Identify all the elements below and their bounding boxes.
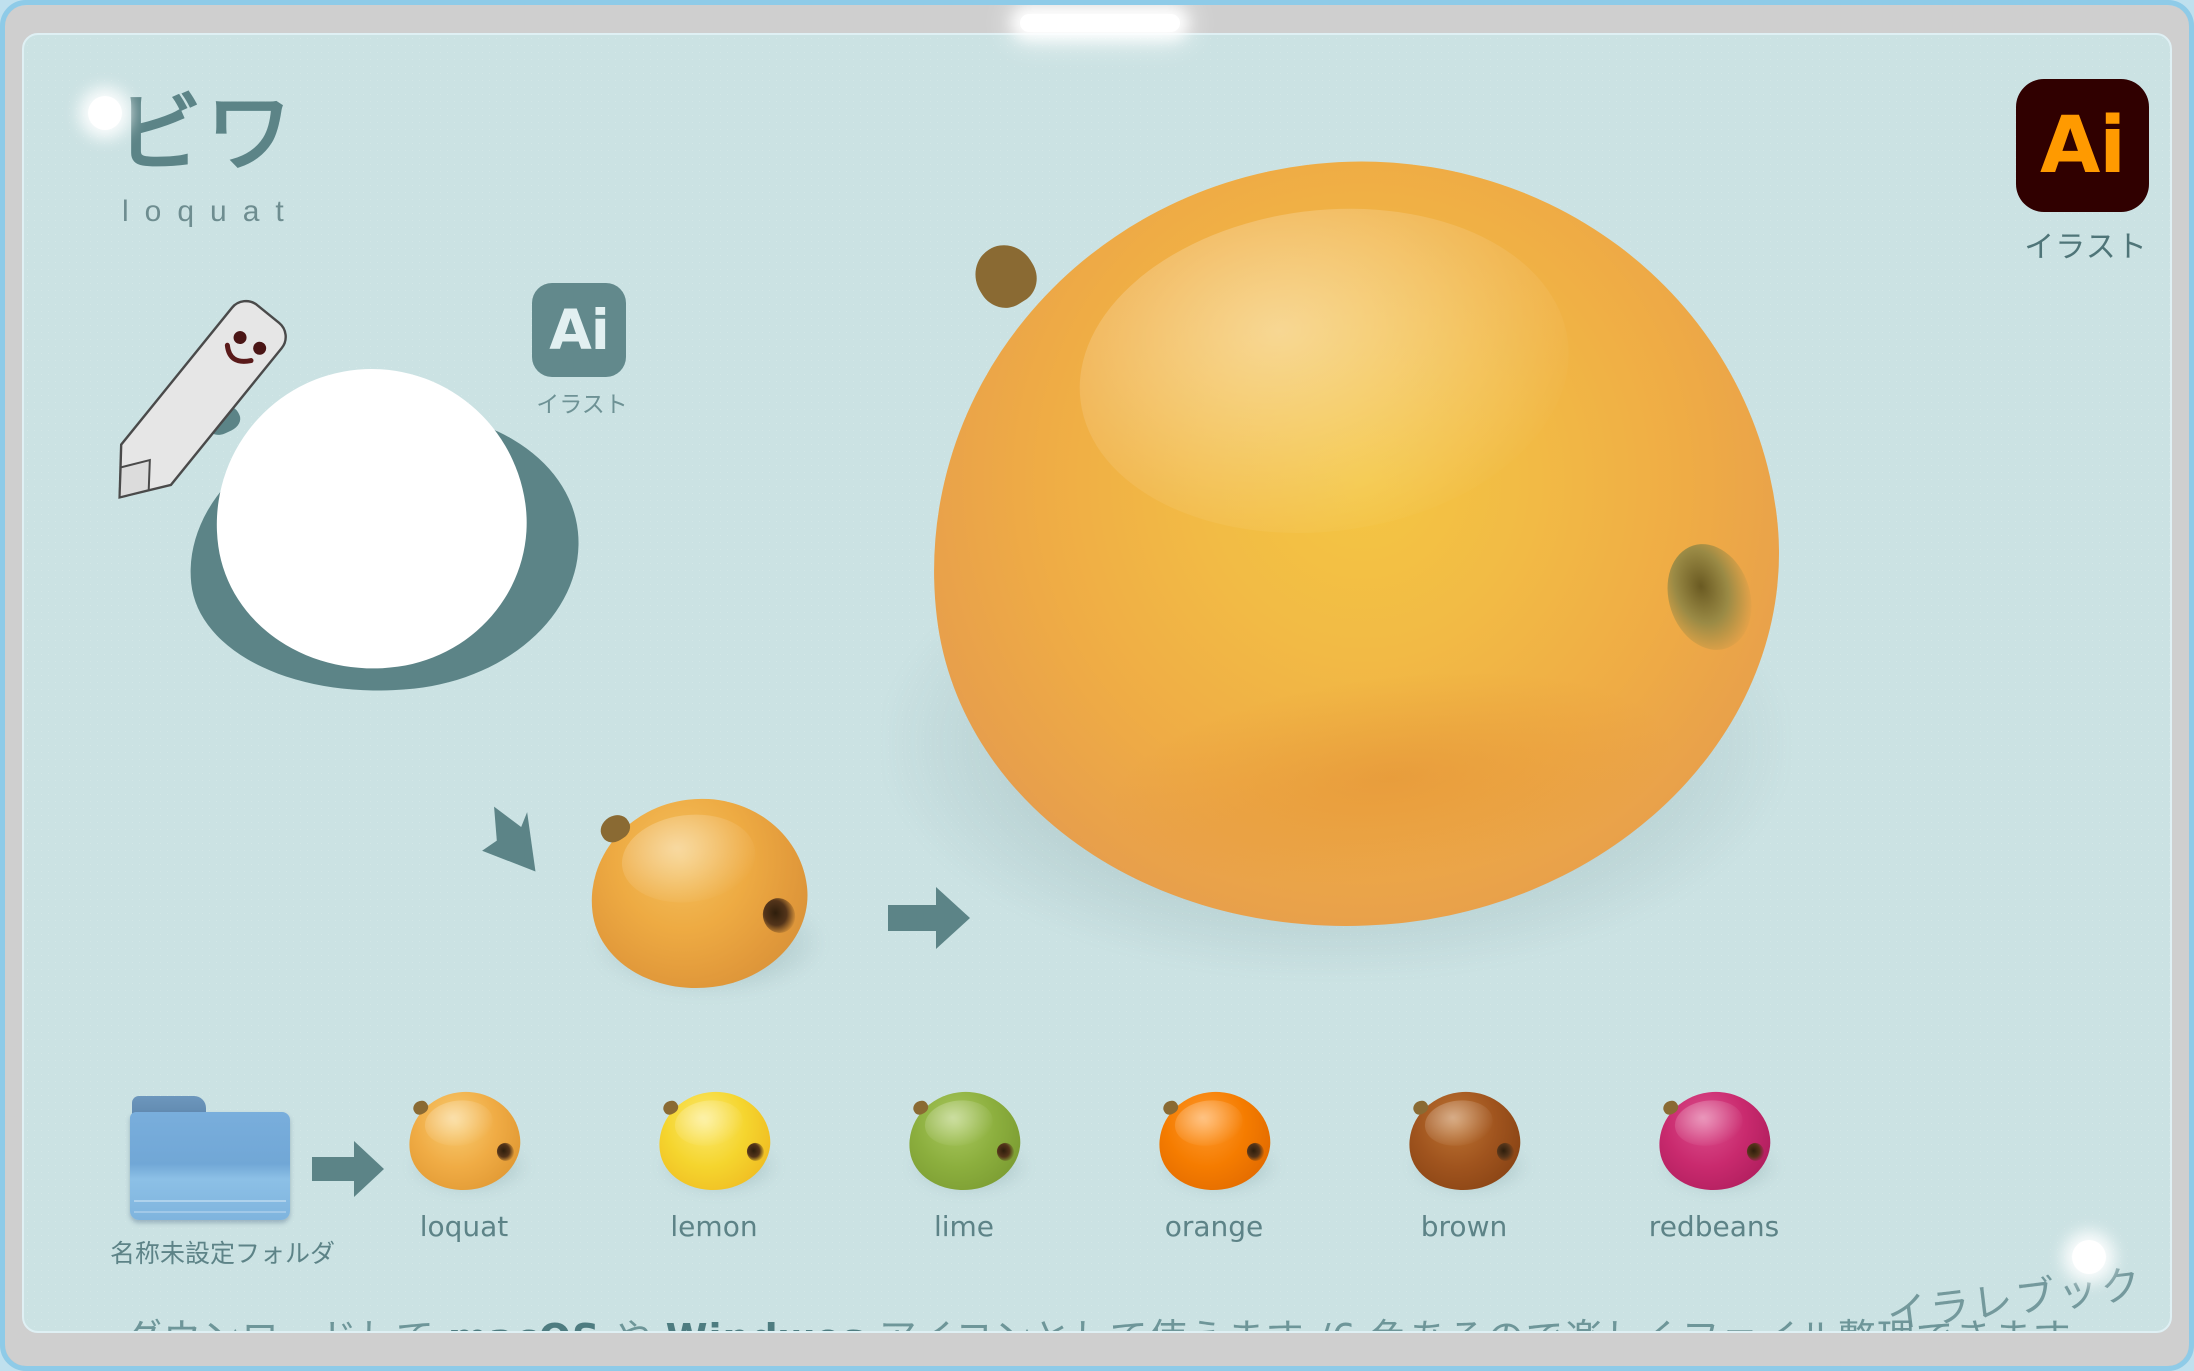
icon-item-brown[interactable]: brown [1354,1085,1574,1243]
ai-glyph: Ai [2039,100,2126,191]
fruit-highlight [1421,1096,1496,1150]
illustrator-badge-label: イラスト [2024,230,2148,265]
icon-item-orange[interactable]: orange [1104,1085,1324,1243]
icon-label: orange [1164,1210,1264,1243]
artwork-canvas: ビワ loquat Ai イラスト Ai イラスト 名称未設定フォルダ loqu… [22,33,2172,1333]
hero-highlight [1061,181,1588,560]
page-title-en: loquat [122,195,300,228]
icon-label: lemon [670,1210,758,1243]
icon-label: lime [933,1210,995,1243]
fruit-icon [1403,1085,1528,1197]
folder-icon [130,1096,290,1220]
folder-label: 名称未設定フォルダ [110,1239,336,1268]
fruit-icon [1653,1085,1778,1197]
icon-item-redbeans[interactable]: redbeans [1604,1085,1824,1243]
loquat-hero-illustration [886,112,1821,975]
fruit-icon [403,1085,528,1197]
fruit-highlight [616,807,760,910]
caption-bold-windows: Windwos [666,1316,866,1331]
fruit-highlight [921,1096,996,1150]
icon-label: brown [1420,1210,1508,1243]
stylus-pen-icon [118,300,287,499]
hero-stem [963,233,1047,318]
draft-illustration-group [118,300,624,765]
adobe-illustrator-badge[interactable]: Ai イラスト [2016,79,2156,266]
folder-body [130,1112,290,1220]
loquat-medium-illustration [580,786,824,1001]
illustrator-icon: Ai [2016,79,2149,212]
icon-item-lemon[interactable]: lemon [604,1085,824,1243]
caption-bold-macos: macOS [448,1316,600,1331]
icon-label: loquat [419,1210,509,1243]
icon-item-lime[interactable]: lime [854,1085,1074,1243]
fruit-highlight [421,1096,496,1150]
folder-item[interactable]: 名称未設定フォルダ [110,1096,336,1270]
caption-part-2: や [600,1316,665,1331]
device-frame: ビワ loquat Ai イラスト Ai イラスト 名称未設定フォルダ loqu… [0,0,2194,1371]
illustrator-draft-icon: Ai [532,283,626,377]
fruit-icon [1153,1085,1278,1197]
illustrator-draft-label: イラスト [536,392,628,418]
footer-caption: ダウンロードして macOS や Windwos アイコンとして使えます /6 … [124,1307,2072,1331]
title-block: ビワ loquat [116,91,300,229]
fruit-icon [903,1085,1028,1197]
arrow-right-icon [888,887,970,949]
fruit-icon [653,1085,778,1197]
illustrator-draft-badge[interactable]: Ai イラスト [532,283,632,419]
icon-set-row: 名称未設定フォルダ loquat lemon lime orange brown… [24,1085,2170,1290]
caption-part-1: ダウンロードして [124,1316,448,1331]
arrow-down-right-icon [482,806,536,872]
ai-glyph-draft: Ai [549,297,609,362]
fruit-highlight [671,1096,746,1150]
icon-item-loquat[interactable]: loquat [354,1085,574,1243]
page-title-ja: ビワ [116,84,296,184]
fruit-highlight [1671,1096,1746,1150]
icon-label: redbeans [1648,1210,1780,1243]
fruit-highlight [1171,1096,1246,1150]
